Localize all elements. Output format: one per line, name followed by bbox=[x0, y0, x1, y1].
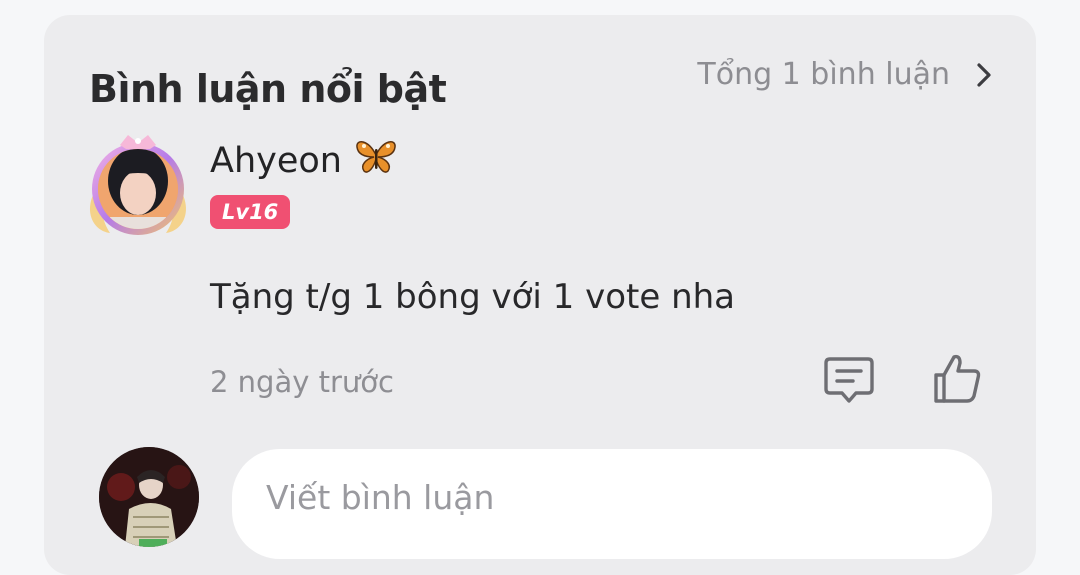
author-name-text: Ahyeon bbox=[210, 140, 342, 181]
author-name[interactable]: Ahyeon bbox=[210, 137, 398, 184]
chevron-right-icon bbox=[976, 62, 992, 88]
author-avatar[interactable] bbox=[84, 133, 192, 241]
comment-bubble-icon bbox=[824, 357, 874, 403]
butterfly-icon bbox=[354, 137, 398, 184]
current-user-avatar[interactable] bbox=[99, 447, 199, 547]
thumbs-up-icon bbox=[934, 354, 981, 403]
user-photo-icon bbox=[99, 447, 199, 547]
total-comments-label: Tổng 1 bình luận bbox=[697, 57, 950, 92]
avatar-frame-icon bbox=[89, 135, 187, 235]
featured-comments-card: Bình luận nổi bật Tổng 1 bình luận Ahyeo… bbox=[44, 15, 1036, 575]
comment-text: Tặng t/g 1 bông với 1 vote nha bbox=[210, 277, 736, 317]
comment-timestamp: 2 ngày trước bbox=[210, 365, 394, 399]
total-comments-link[interactable]: Tổng 1 bình luận bbox=[697, 57, 992, 92]
section-title: Bình luận nổi bật bbox=[89, 67, 447, 111]
comment-input[interactable] bbox=[232, 449, 992, 559]
reply-button[interactable] bbox=[822, 353, 876, 411]
like-button[interactable] bbox=[930, 351, 986, 411]
level-badge: Lv16 bbox=[210, 195, 291, 229]
